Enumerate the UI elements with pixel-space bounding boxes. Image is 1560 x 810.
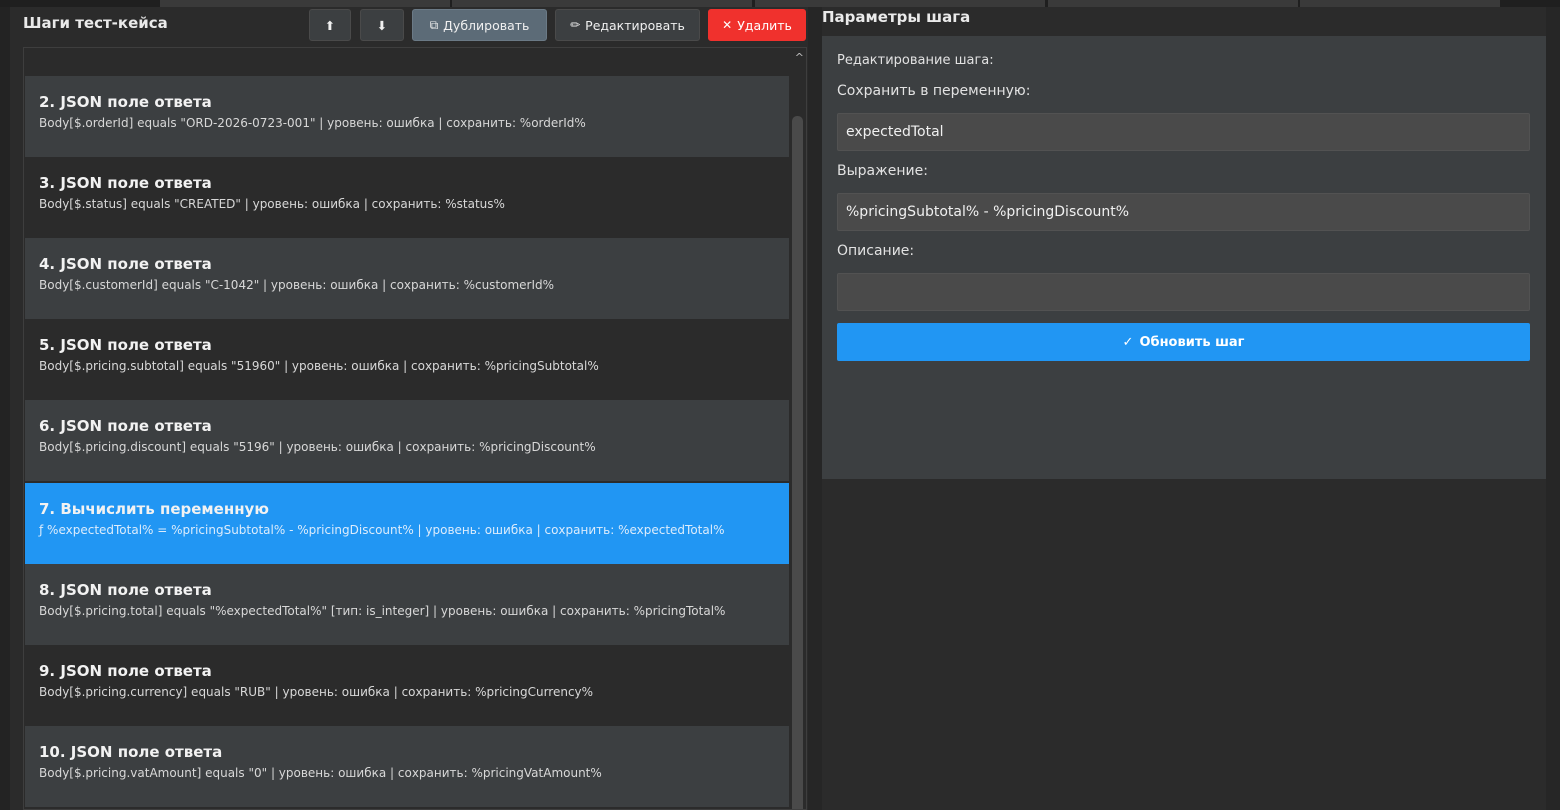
- steps-panel-title: Шаги тест-кейса: [23, 14, 168, 32]
- scrollbar[interactable]: ^: [789, 48, 806, 809]
- move-down-button[interactable]: ⬇: [360, 9, 404, 41]
- copy-icon: ⧉: [429, 17, 439, 32]
- description-label: Описание:: [837, 243, 915, 259]
- step-params-panel: Редактирование шага: Сохранить в перемен…: [822, 36, 1546, 479]
- params-panel-title: Параметры шага: [822, 8, 971, 26]
- scroll-up-icon[interactable]: ^: [795, 51, 804, 64]
- update-step-button[interactable]: ✓ Обновить шаг: [837, 323, 1530, 361]
- step-title: 2. JSON поле ответа: [39, 93, 212, 111]
- step-item[interactable]: 4. JSON поле ответа Body[$.customerId] e…: [25, 238, 789, 319]
- top-tab[interactable]: [755, 0, 1045, 7]
- duplicate-label: Дублировать: [443, 17, 530, 33]
- top-tab[interactable]: [1300, 0, 1500, 7]
- step-description: Body[$.pricing.subtotal] equals "51960" …: [39, 359, 599, 373]
- expression-input[interactable]: %pricingSubtotal% - %pricingDiscount%: [837, 193, 1530, 231]
- step-item[interactable]: 5. JSON поле ответа Body[$.pricing.subto…: [25, 319, 789, 400]
- duplicate-button[interactable]: ⧉ Дублировать: [412, 9, 547, 41]
- step-title: 8. JSON поле ответа: [39, 581, 212, 599]
- step-description: Body[$.pricing.vatAmount] equals "0" | у…: [39, 766, 602, 780]
- step-item[interactable]: 8. JSON поле ответа Body[$.pricing.total…: [25, 564, 789, 645]
- empty-area: [822, 480, 1560, 810]
- edit-button[interactable]: ✏ Редактировать: [555, 9, 700, 41]
- step-title: 10. JSON поле ответа: [39, 743, 223, 761]
- step-title: 5. JSON поле ответа: [39, 336, 212, 354]
- save-var-label: Сохранить в переменную:: [837, 83, 1031, 99]
- step-title: 4. JSON поле ответа: [39, 255, 212, 273]
- left-edge: [0, 7, 10, 810]
- step-description: Body[$.pricing.currency] equals "RUB" | …: [39, 685, 594, 699]
- top-tab[interactable]: [452, 0, 752, 7]
- step-item[interactable]: 10. JSON поле ответа Body[$.pricing.vatA…: [25, 726, 789, 807]
- step-description: ƒ %expectedTotal% = %pricingSubtotal% - …: [39, 523, 725, 537]
- step-description: Body[$.status] equals "CREATED" | уровен…: [39, 197, 505, 211]
- expression-label: Выражение:: [837, 163, 928, 179]
- top-tab[interactable]: [160, 0, 450, 7]
- move-up-button[interactable]: ⬆: [309, 9, 351, 41]
- step-item[interactable]: 6. JSON поле ответа Body[$.pricing.disco…: [25, 400, 789, 481]
- editing-label: Редактирование шага:: [837, 53, 994, 68]
- panel-divider[interactable]: [808, 7, 822, 810]
- step-description: Body[$.orderId] equals "ORD-2026-0723-00…: [39, 116, 586, 130]
- save-var-input[interactable]: expectedTotal: [837, 113, 1530, 151]
- step-item[interactable]: 3. JSON поле ответа Body[$.status] equal…: [25, 157, 789, 238]
- step-title: 3. JSON поле ответа: [39, 174, 212, 192]
- scrollbar-thumb[interactable]: [792, 116, 803, 809]
- delete-button[interactable]: ✕ Удалить: [708, 9, 806, 41]
- right-edge: [1546, 7, 1560, 810]
- delete-label: Удалить: [737, 17, 792, 33]
- pencil-icon: ✏: [570, 18, 581, 32]
- update-step-label: Обновить шаг: [1139, 334, 1245, 350]
- description-input[interactable]: [837, 273, 1530, 311]
- steps-list[interactable]: 2. JSON поле ответа Body[$.orderId] equa…: [23, 47, 807, 810]
- close-icon: ✕: [722, 18, 733, 32]
- step-title: 7. Вычислить переменную: [39, 500, 269, 518]
- edit-label: Редактировать: [585, 17, 685, 33]
- check-icon: ✓: [1122, 334, 1134, 350]
- step-item-selected[interactable]: 7. Вычислить переменную ƒ %expectedTotal…: [25, 483, 789, 564]
- top-tab[interactable]: [1048, 0, 1298, 7]
- step-description: Body[$.pricing.discount] equals "5196" |…: [39, 440, 596, 454]
- step-description: Body[$.customerId] equals "C-1042" | уро…: [39, 278, 555, 292]
- arrow-down-icon: ⬇: [376, 17, 388, 33]
- arrow-up-icon: ⬆: [324, 17, 336, 33]
- step-title: 9. JSON поле ответа: [39, 662, 212, 680]
- step-item[interactable]: 2. JSON поле ответа Body[$.orderId] equa…: [25, 76, 789, 157]
- top-tab-strip: [0, 0, 1560, 7]
- step-title: 6. JSON поле ответа: [39, 417, 212, 435]
- step-item[interactable]: 9. JSON поле ответа Body[$.pricing.curre…: [25, 645, 789, 726]
- step-description: Body[$.pricing.total] equals "%expectedT…: [39, 604, 726, 618]
